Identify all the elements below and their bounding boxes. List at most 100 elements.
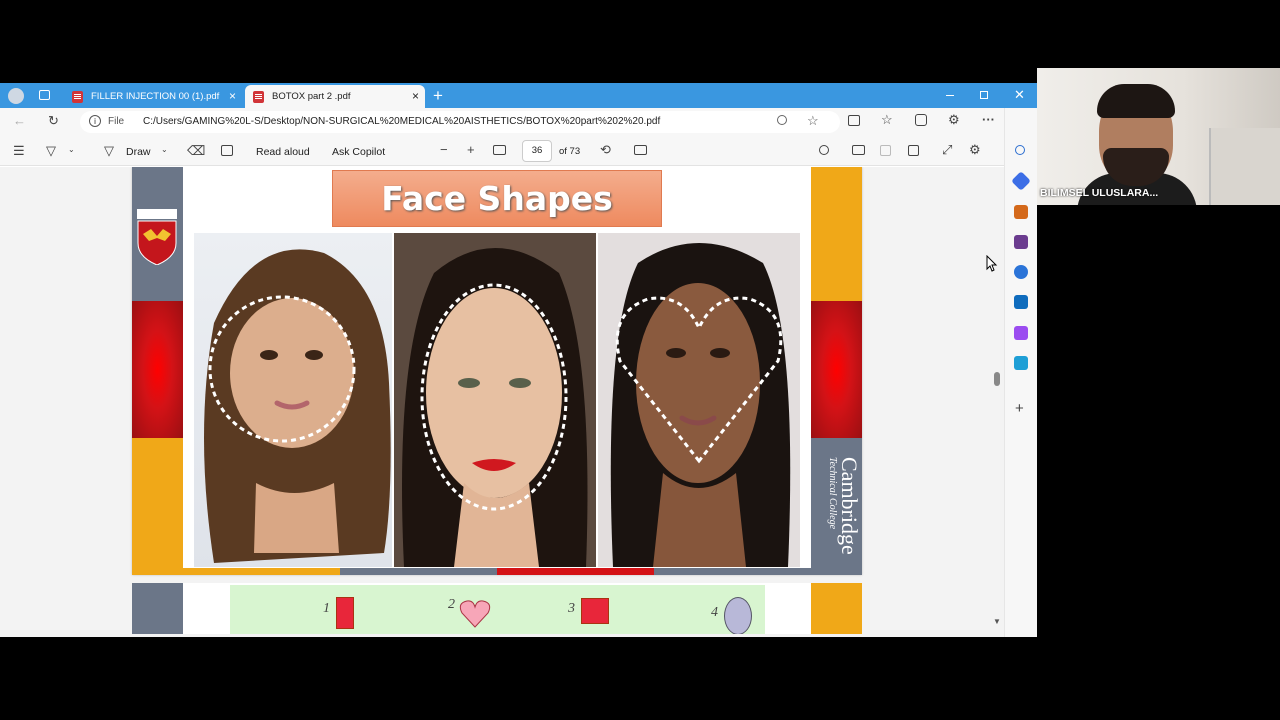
face-photo-heart <box>598 233 800 567</box>
sidebar-drop-icon[interactable] <box>1014 356 1028 370</box>
refresh-icon[interactable]: ↻ <box>48 114 59 127</box>
settings-icon[interactable]: ⚙ <box>969 143 981 156</box>
read-aloud-button[interactable]: Read aloud <box>256 146 310 158</box>
left-strip-red <box>132 301 183 438</box>
contents-icon[interactable]: ☰ <box>13 144 25 157</box>
new-tab-icon[interactable]: + <box>433 86 443 106</box>
sidebar-games-icon[interactable] <box>1014 235 1028 249</box>
ask-copilot-button[interactable]: Ask Copilot <box>332 146 385 158</box>
print-icon[interactable] <box>852 145 865 155</box>
url-field[interactable]: i File C:/Users/GAMING%20L-S/Desktop/NON… <box>80 111 840 133</box>
right-strip-orange <box>811 583 862 637</box>
draw-button[interactable]: Draw <box>126 146 151 158</box>
zoom-icon[interactable] <box>777 115 787 125</box>
bottom-bar-slate-2 <box>654 568 811 575</box>
bottom-bar-orange <box>183 568 340 575</box>
close-tab-icon[interactable]: × <box>229 89 236 103</box>
sidebar-outlook-icon[interactable] <box>1014 295 1028 309</box>
pdf-page-37: 1 2 3 4 <box>132 583 862 637</box>
chevron-down-icon[interactable]: ⌄ <box>161 146 168 154</box>
address-bar: ← ↻ i File C:/Users/GAMING%20L-S/Desktop… <box>0 108 1037 136</box>
participant-hair <box>1097 84 1175 118</box>
face-shapes-illustration: 1 2 3 4 <box>230 585 765 637</box>
minimize-icon[interactable] <box>946 95 954 96</box>
save-icon[interactable] <box>880 145 891 156</box>
bottom-bar-red <box>497 568 654 575</box>
college-name-main: Cambridge <box>837 457 862 555</box>
fit-width-icon[interactable] <box>493 145 506 155</box>
pdf-icon <box>253 90 264 103</box>
profile-avatar[interactable] <box>8 88 24 104</box>
chevron-down-icon[interactable]: ⌄ <box>68 146 75 154</box>
shape-square <box>581 598 609 624</box>
sidebar-designer-icon[interactable] <box>1014 326 1028 340</box>
save-as-icon[interactable] <box>908 145 919 156</box>
file-label: File <box>108 116 125 127</box>
back-icon[interactable]: ← <box>13 114 26 127</box>
rotate-icon[interactable]: ⟲ <box>600 143 611 156</box>
shape-oval <box>724 597 752 635</box>
text-box-icon[interactable] <box>221 145 233 156</box>
tab-label: FILLER INJECTION 00 (1).pdf <box>91 91 220 102</box>
close-window-icon[interactable]: ✕ <box>1014 87 1025 103</box>
zoom-out-icon[interactable]: − <box>440 143 448 156</box>
shape-number-2: 2 <box>448 597 455 612</box>
draw-icon[interactable]: ▽ <box>104 144 114 157</box>
tab-bar: FILLER INJECTION 00 (1).pdf × BOTOX part… <box>0 83 1037 108</box>
pdf-page-36: Cambridge Technical College Face Shapes <box>132 167 862 575</box>
scrollbar-down-arrow[interactable]: ▼ <box>993 617 1001 626</box>
zoom-in-icon[interactable]: + <box>467 143 475 156</box>
split-screen-icon[interactable] <box>848 115 860 126</box>
sidebar-toolbox-icon[interactable] <box>1014 205 1028 219</box>
page-view-icon[interactable] <box>634 145 647 155</box>
search-icon[interactable] <box>819 145 829 155</box>
shape-number-1: 1 <box>323 601 330 616</box>
sidebar-search-icon[interactable] <box>1015 145 1025 155</box>
info-icon: i <box>89 115 101 127</box>
sidebar-add-icon[interactable]: + <box>1015 400 1024 417</box>
sidebar-tag-icon[interactable] <box>1011 171 1031 191</box>
edge-sidebar: + ⚙ <box>1004 108 1037 637</box>
page-bottom-gap <box>132 634 862 637</box>
page-number-input[interactable]: 36 <box>522 140 552 162</box>
fullscreen-icon[interactable]: ⤢ <box>942 143 952 156</box>
tab-label: BOTOX part 2 .pdf <box>272 91 351 102</box>
college-name: Cambridge Technical College <box>816 457 862 567</box>
right-strip-red <box>811 301 862 438</box>
favorites-icon[interactable]: ☆ <box>881 113 893 126</box>
pdf-viewer[interactable]: Cambridge Technical College Face Shapes <box>0 167 1004 637</box>
url-text[interactable]: C:/Users/GAMING%20L-S/Desktop/NON-SURGIC… <box>143 116 660 127</box>
college-crest-logo <box>137 209 177 266</box>
slide-title: Face Shapes <box>381 179 613 218</box>
collections-icon[interactable] <box>915 114 927 126</box>
more-icon[interactable]: ··· <box>982 113 995 126</box>
shape-rectangle <box>336 597 354 629</box>
scrollbar-thumb[interactable] <box>994 372 1000 386</box>
page-total: of 73 <box>559 146 581 157</box>
shape-heart <box>459 600 491 628</box>
shape-number-4: 4 <box>711 605 718 620</box>
favorite-star-icon[interactable]: ☆ <box>807 113 819 129</box>
restore-icon[interactable] <box>980 91 988 99</box>
sidebar-m365-icon[interactable] <box>1014 265 1028 279</box>
pdf-icon <box>72 90 83 103</box>
tab-filler-injection[interactable]: FILLER INJECTION 00 (1).pdf × <box>64 85 242 108</box>
face-photo-round <box>194 233 392 567</box>
right-strip-orange <box>811 167 862 301</box>
close-tab-icon[interactable]: × <box>412 89 419 103</box>
webcam-window <box>1209 128 1280 205</box>
extensions-icon[interactable]: ⚙ <box>948 113 960 126</box>
tab-actions-icon[interactable] <box>39 90 50 100</box>
bottom-bar-slate <box>340 568 497 575</box>
left-strip-slate <box>132 583 183 637</box>
left-strip-orange <box>132 438 183 575</box>
highlight-icon[interactable]: ▽ <box>46 144 56 157</box>
tab-botox-part-2[interactable]: BOTOX part 2 .pdf × <box>245 85 425 108</box>
eraser-icon[interactable]: ⌫ <box>187 144 205 157</box>
mouse-cursor <box>986 255 998 272</box>
browser-window: FILLER INJECTION 00 (1).pdf × BOTOX part… <box>0 83 1037 637</box>
shape-number-3: 3 <box>568 601 575 616</box>
slide-title-box: Face Shapes <box>332 170 662 227</box>
webcam-feed: BILIMSEL ULUSLARA... <box>1037 68 1280 205</box>
participant-name: BILIMSEL ULUSLARA... <box>1040 187 1159 199</box>
